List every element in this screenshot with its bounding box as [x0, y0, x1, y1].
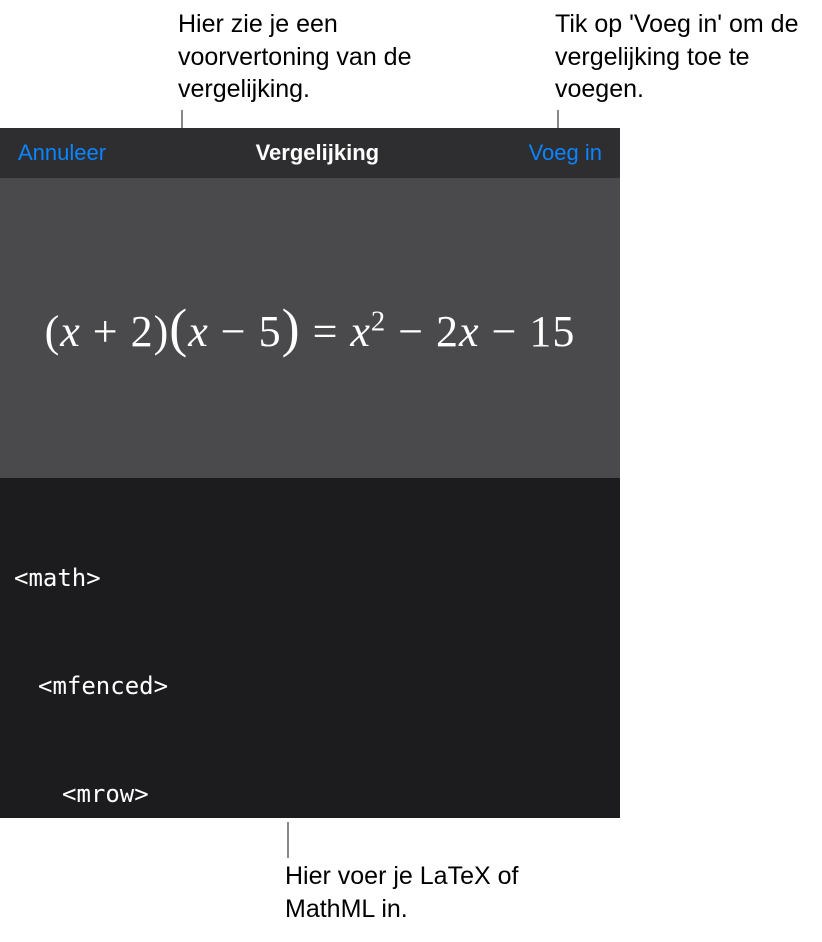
- cancel-button[interactable]: Annuleer: [18, 140, 106, 166]
- equation-preview: (x + 2)(x − 5) = x2 − 2x − 15: [45, 297, 576, 359]
- callout-preview: Hier zie je een voorvertoning van de ver…: [178, 8, 478, 106]
- code-line: <mfenced>: [14, 668, 606, 704]
- panel-title: Vergelijking: [256, 140, 380, 166]
- titlebar: Annuleer Vergelijking Voeg in: [0, 128, 620, 178]
- equation-editor-panel: Annuleer Vergelijking Voeg in (x + 2)(x …: [0, 128, 620, 818]
- code-line: <math>: [14, 560, 606, 596]
- callout-line-input: [287, 822, 289, 858]
- code-input-area[interactable]: <math> <mfenced> <mrow> <mi>x</mi> <mo>+…: [0, 478, 620, 818]
- equation-preview-area: (x + 2)(x − 5) = x2 − 2x − 15: [0, 178, 620, 478]
- code-line: <mrow>: [14, 776, 606, 812]
- insert-button[interactable]: Voeg in: [529, 140, 602, 166]
- callout-input: Hier voer je LaTeX of MathML in.: [285, 860, 585, 925]
- callout-insert: Tik op 'Voeg in' om de vergelijking toe …: [555, 8, 815, 106]
